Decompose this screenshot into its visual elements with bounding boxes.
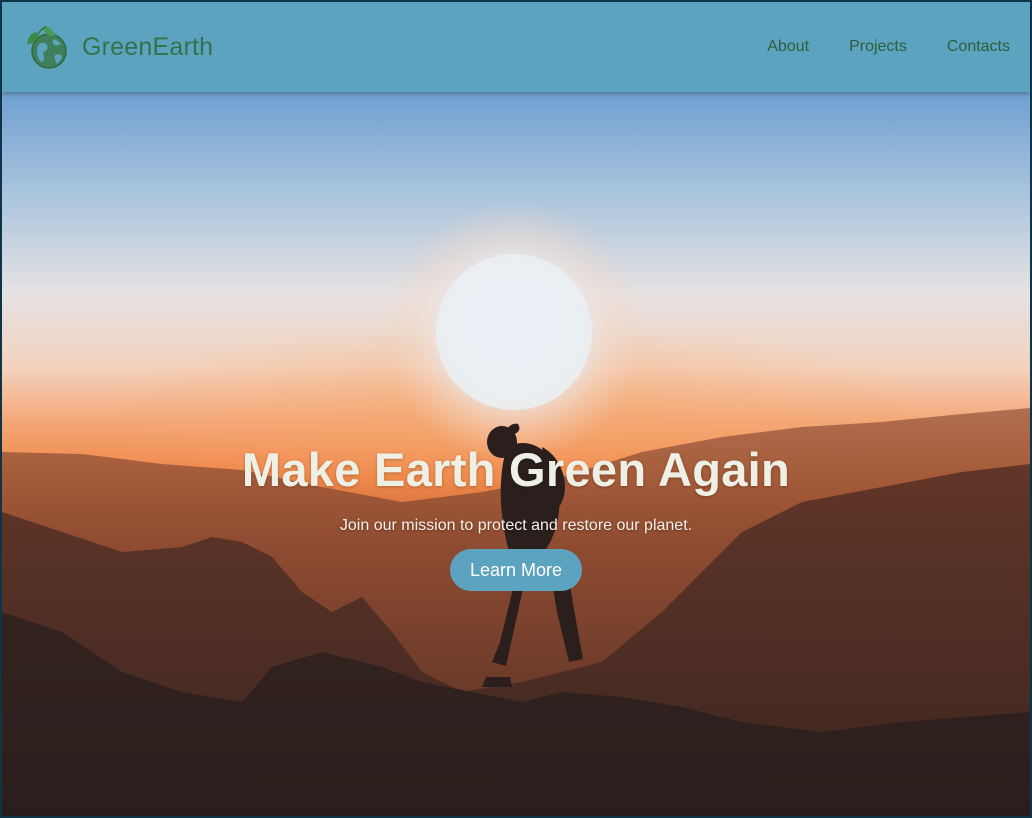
hero-content: Make Earth Green Again Join our mission … xyxy=(2,442,1030,591)
brand-home-link[interactable]: GreenEarth xyxy=(22,22,213,72)
hero-section: Make Earth Green Again Join our mission … xyxy=(2,92,1030,816)
hero-subtitle: Join our mission to protect and restore … xyxy=(339,517,693,534)
learn-more-button[interactable]: Learn More xyxy=(449,549,583,591)
hero-title: Make Earth Green Again xyxy=(241,443,791,496)
site-header: GreenEarth About Projects Contacts xyxy=(2,2,1030,92)
brand-name: GreenEarth xyxy=(82,32,214,61)
nav-link-about[interactable]: About xyxy=(767,38,809,56)
earth-leaf-icon xyxy=(27,26,67,69)
nav-link-projects[interactable]: Projects xyxy=(849,38,907,56)
main-nav: About Projects Contacts xyxy=(767,38,1010,56)
browser-viewport: GreenEarth About Projects Contacts Make … xyxy=(0,0,1032,818)
nav-link-contacts[interactable]: Contacts xyxy=(947,38,1010,56)
